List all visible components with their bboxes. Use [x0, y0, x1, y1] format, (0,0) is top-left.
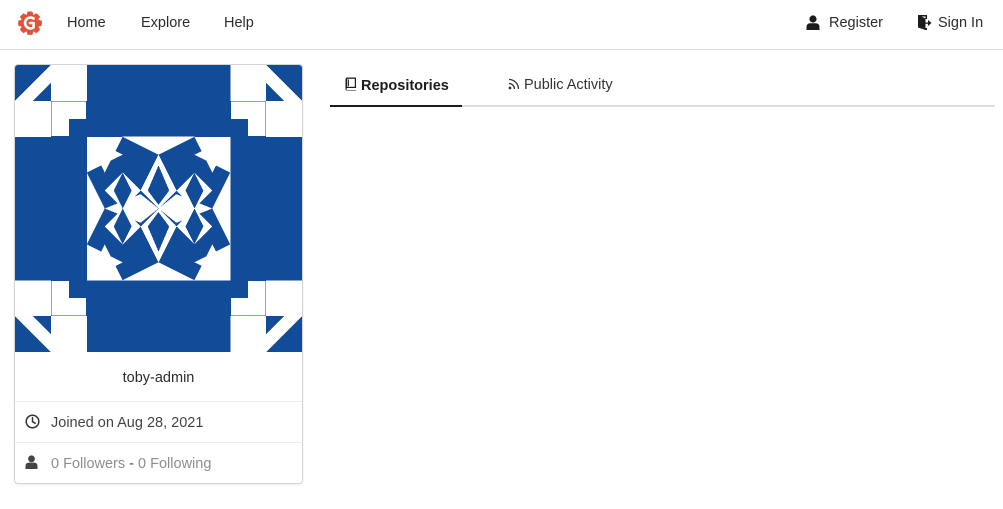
- joined-date: Joined on Aug 28, 2021: [51, 415, 204, 431]
- nav-help-link[interactable]: Help: [224, 15, 254, 32]
- nav-explore-link[interactable]: Explore: [141, 15, 190, 32]
- gitea-logo-icon[interactable]: [16, 9, 44, 37]
- rss-icon: [508, 78, 520, 90]
- top-navbar: Home Explore Help Register Sign In: [0, 0, 1003, 50]
- divider: [15, 401, 302, 402]
- profile-card: toby-admin Joined on Aug 28, 2021 0 Foll…: [14, 64, 303, 484]
- follow-stats: 0 Followers - 0 Following: [51, 456, 211, 472]
- person-icon: [25, 455, 38, 469]
- follow-separator: -: [129, 456, 135, 472]
- nav-home-link[interactable]: Home: [67, 15, 106, 32]
- following-link[interactable]: 0 Following: [138, 456, 211, 472]
- tab-repositories[interactable]: Repositories: [330, 64, 462, 107]
- tab-public-activity-label: Public Activity: [524, 77, 613, 93]
- register-link[interactable]: Register: [829, 15, 883, 32]
- user-avatar: [15, 65, 302, 352]
- user-icon: [806, 15, 820, 30]
- profile-username: toby-admin: [122, 370, 195, 386]
- sign-in-link[interactable]: Sign In: [938, 15, 983, 32]
- tab-repositories-label: Repositories: [361, 78, 449, 94]
- divider: [15, 442, 302, 443]
- clock-icon: [25, 414, 40, 429]
- tab-public-activity[interactable]: Public Activity: [508, 64, 613, 107]
- book-icon: [345, 77, 356, 91]
- sign-in-icon: [918, 15, 932, 30]
- profile-tabs: Repositories Public Activity: [330, 64, 995, 107]
- followers-link[interactable]: 0 Followers: [51, 456, 125, 472]
